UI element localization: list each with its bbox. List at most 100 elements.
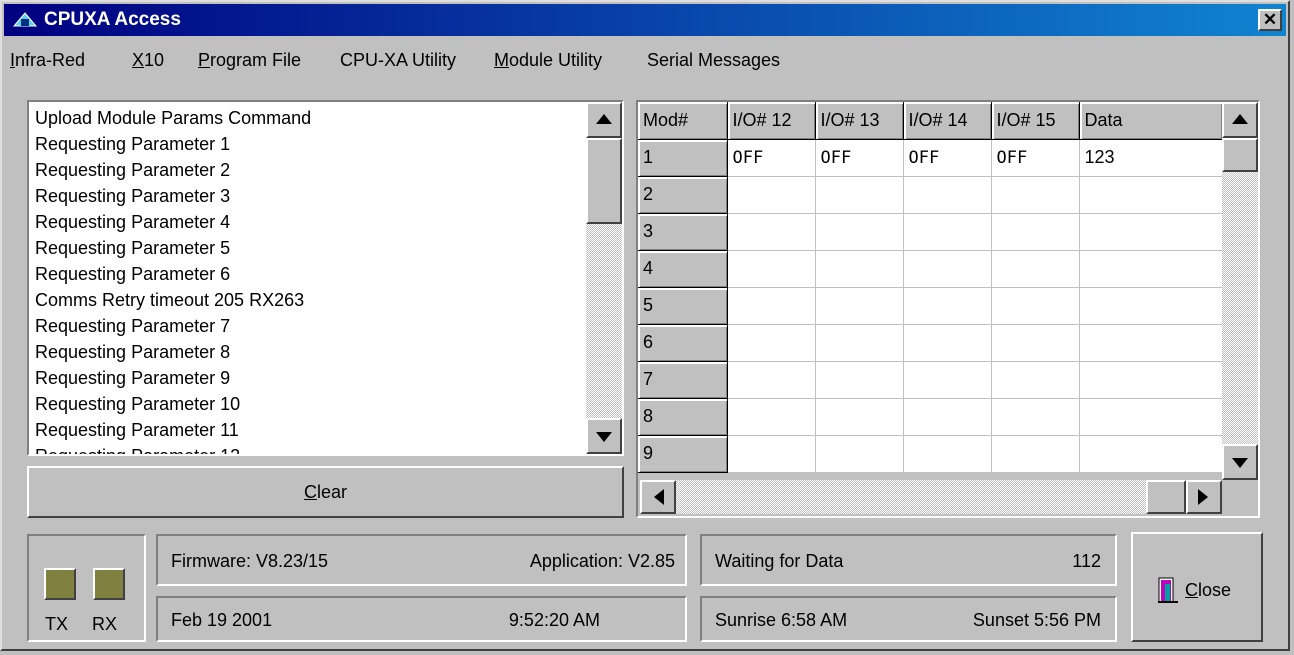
table-row: 9 [638, 435, 1223, 473]
menu-cpu-xa-utility[interactable]: CPU-XA Utility [340, 50, 456, 71]
log-line: Requesting Parameter 11 [35, 420, 239, 440]
table-cell[interactable]: OFF [815, 139, 904, 177]
table-cell[interactable] [727, 361, 816, 399]
table-cell[interactable] [991, 361, 1080, 399]
table-cell[interactable] [991, 176, 1080, 214]
scroll-down-button[interactable] [586, 418, 622, 454]
grid-scroll-left-button[interactable] [640, 480, 676, 514]
table-cell[interactable] [903, 213, 992, 251]
table-cell[interactable] [903, 435, 992, 473]
status-message: Waiting for Data [715, 551, 844, 571]
table-cell[interactable]: 123 [1079, 139, 1223, 177]
row-header[interactable]: 3 [638, 213, 728, 251]
table-cell[interactable] [815, 213, 904, 251]
column-header[interactable]: Data [1079, 102, 1223, 140]
column-header[interactable]: I/O# 12 [727, 102, 816, 140]
table-cell[interactable] [727, 250, 816, 288]
message-log[interactable]: Upload Module Params Command Requesting P… [27, 100, 624, 456]
table-cell[interactable] [815, 287, 904, 325]
table-cell[interactable] [815, 176, 904, 214]
table-cell[interactable] [991, 213, 1080, 251]
table-cell[interactable]: OFF [903, 139, 992, 177]
table-cell[interactable] [815, 361, 904, 399]
table-cell[interactable] [727, 213, 816, 251]
table-cell[interactable] [815, 324, 904, 362]
grid-hscroll-thumb[interactable] [1146, 480, 1186, 514]
row-header[interactable]: 5 [638, 287, 728, 325]
log-scrollbar[interactable] [586, 102, 622, 454]
module-table: Mod# I/O# 12 I/O# 13 I/O# 14 I/O# 15 Data 1 OF… [638, 102, 1223, 473]
table-cell[interactable] [903, 287, 992, 325]
grid-vscrollbar[interactable] [1222, 102, 1258, 480]
column-header[interactable]: I/O# 13 [815, 102, 904, 140]
table-cell[interactable] [1079, 324, 1223, 362]
table-cell[interactable] [727, 324, 816, 362]
table-cell[interactable] [1079, 398, 1223, 436]
scroll-thumb[interactable] [586, 138, 622, 224]
table-cell[interactable] [815, 398, 904, 436]
row-header[interactable]: 1 [638, 139, 728, 177]
table-cell[interactable] [991, 250, 1080, 288]
table-cell[interactable] [727, 287, 816, 325]
column-header[interactable]: I/O# 14 [903, 102, 992, 140]
table-cell[interactable] [1079, 435, 1223, 473]
window-close-button[interactable]: ✕ [1258, 9, 1282, 31]
table-cell[interactable] [903, 361, 992, 399]
menu-module-utility[interactable]: Module Utility [494, 50, 602, 71]
title-bar[interactable]: CPUXA Access ✕ [4, 4, 1286, 36]
grid-scroll-right-button[interactable] [1186, 480, 1222, 514]
table-row: 8 [638, 398, 1223, 436]
log-line: Requesting Parameter 6 [35, 264, 231, 284]
table-cell[interactable] [1079, 176, 1223, 214]
module-grid[interactable]: Mod# I/O# 12 I/O# 13 I/O# 14 I/O# 15 Data 1 OF… [636, 100, 1260, 518]
table-cell[interactable]: OFF [727, 139, 816, 177]
clear-button[interactable]: Clear [27, 466, 624, 518]
menu-program-file[interactable]: Program File [198, 50, 301, 71]
menu-x10[interactable]: X10 [132, 50, 164, 71]
table-row: 7 [638, 361, 1223, 399]
row-header[interactable]: 8 [638, 398, 728, 436]
log-line: Requesting Parameter 10 [35, 394, 241, 414]
row-header[interactable]: 7 [638, 361, 728, 399]
row-header[interactable]: 4 [638, 250, 728, 288]
table-row: 1 OFF OFF OFF OFF 123 [638, 139, 1223, 177]
grid-vscroll-thumb[interactable] [1222, 138, 1258, 172]
up-arrow-icon [596, 114, 612, 124]
log-line: Requesting Parameter 9 [35, 368, 231, 388]
menu-infra-red[interactable]: Infra-Red [10, 50, 85, 71]
log-line: Requesting Parameter 12 [35, 446, 241, 456]
table-header-row: Mod# I/O# 12 I/O# 13 I/O# 14 I/O# 15 Data [638, 102, 1223, 140]
menu-serial-messages[interactable]: Serial Messages [647, 50, 780, 71]
table-cell[interactable]: OFF [991, 139, 1080, 177]
table-cell[interactable] [991, 398, 1080, 436]
table-cell[interactable] [1079, 213, 1223, 251]
table-cell[interactable] [727, 398, 816, 436]
table-cell[interactable] [815, 435, 904, 473]
scroll-up-button[interactable] [586, 102, 622, 138]
table-cell[interactable] [727, 435, 816, 473]
down-arrow-icon [596, 432, 612, 442]
row-header[interactable]: 2 [638, 176, 728, 214]
grid-scroll-down-button[interactable] [1222, 444, 1258, 480]
table-cell[interactable] [991, 324, 1080, 362]
table-cell[interactable] [991, 435, 1080, 473]
close-label: Close [1185, 580, 1232, 600]
table-cell[interactable] [1079, 287, 1223, 325]
row-header[interactable]: 9 [638, 435, 728, 473]
table-cell[interactable] [991, 287, 1080, 325]
table-cell[interactable] [727, 176, 816, 214]
table-cell[interactable] [903, 398, 992, 436]
column-header[interactable]: I/O# 15 [991, 102, 1080, 140]
table-cell[interactable] [1079, 361, 1223, 399]
row-header[interactable]: 6 [638, 324, 728, 362]
grid-hscrollbar[interactable] [640, 480, 1222, 514]
table-row: 6 [638, 324, 1223, 362]
table-cell[interactable] [815, 250, 904, 288]
column-header[interactable]: Mod# [638, 102, 728, 140]
grid-scroll-up-button[interactable] [1222, 102, 1258, 138]
table-cell[interactable] [903, 250, 992, 288]
table-cell[interactable] [1079, 250, 1223, 288]
table-cell[interactable] [903, 176, 992, 214]
close-button[interactable]: Close [1131, 532, 1263, 642]
table-cell[interactable] [903, 324, 992, 362]
